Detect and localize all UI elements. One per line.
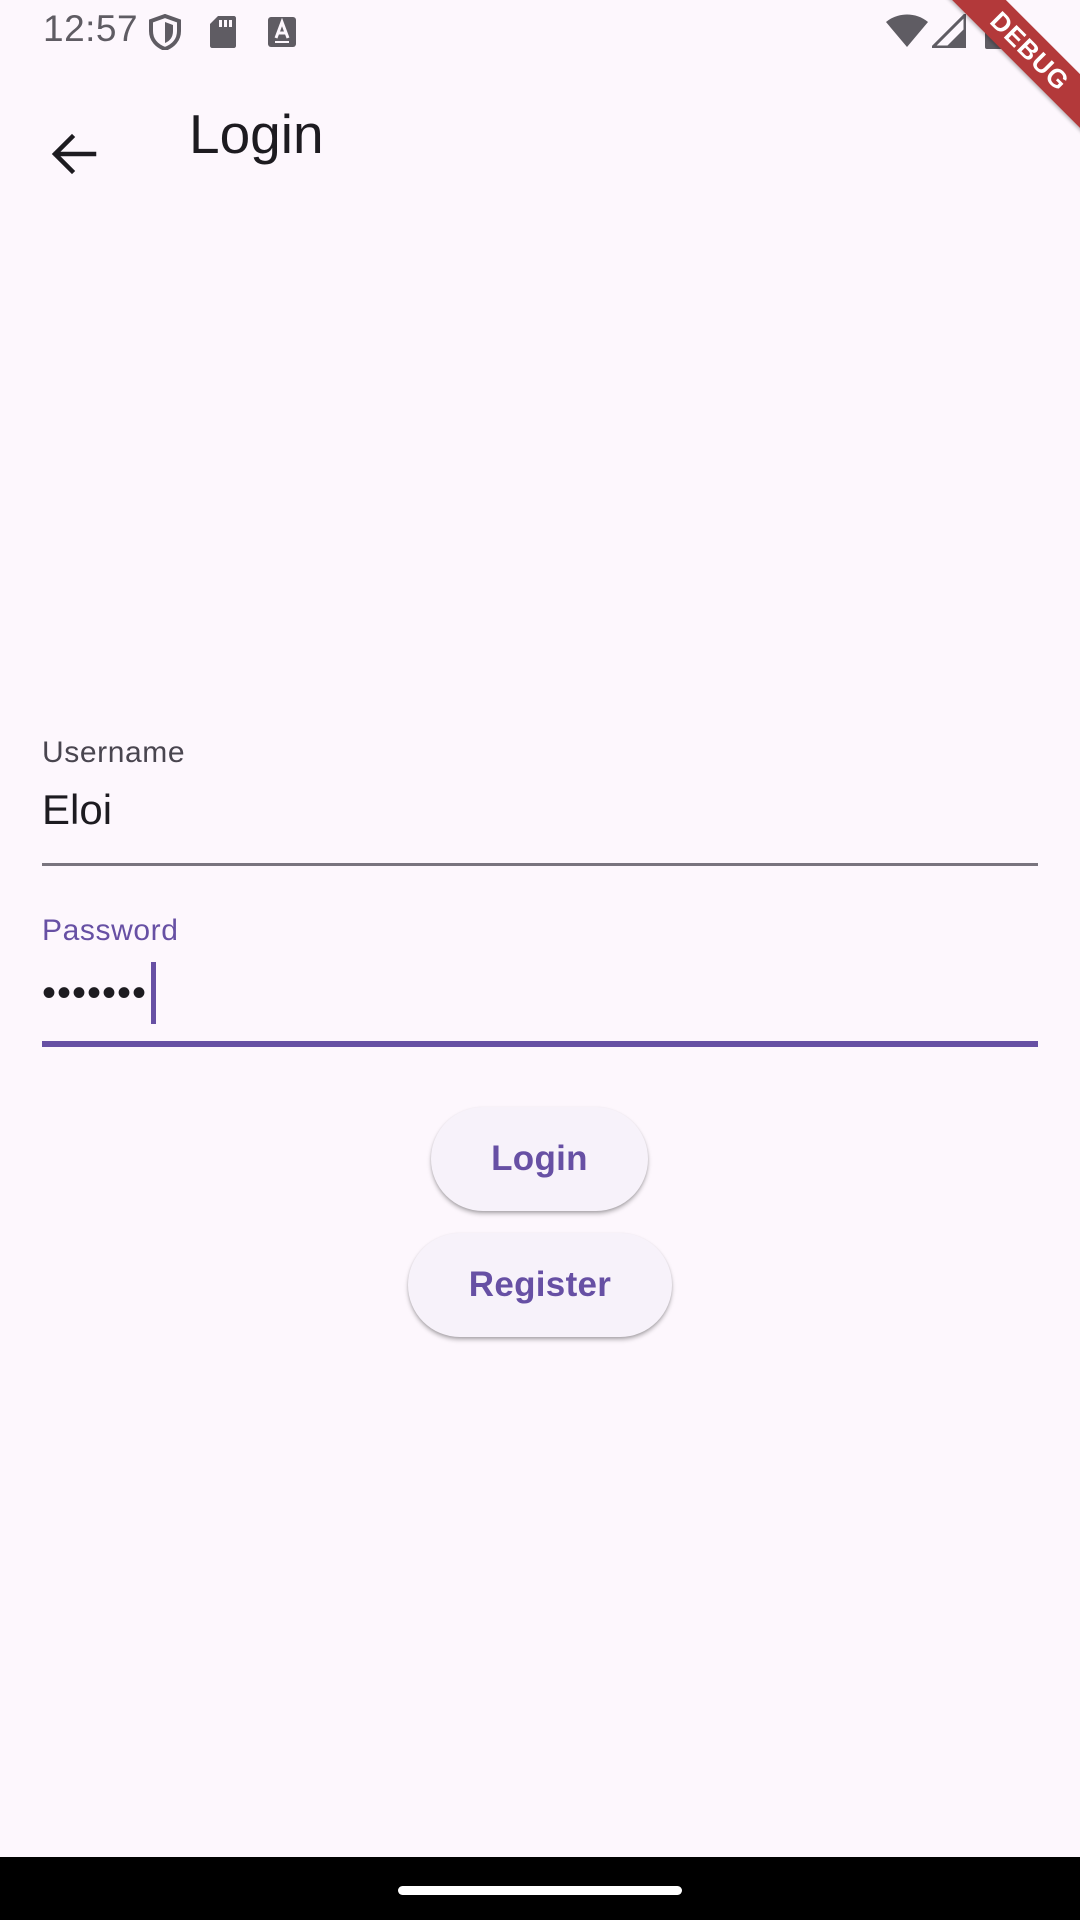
password-label: Password <box>42 914 179 947</box>
password-input[interactable]: ••••••• <box>42 962 157 1024</box>
username-input[interactable]: Eloi <box>42 786 112 834</box>
keyboard-a-icon <box>267 16 297 53</box>
arrow-back-icon <box>50 130 98 178</box>
shield-icon <box>148 13 182 55</box>
app-bar: Login <box>0 64 1080 208</box>
register-button[interactable]: Register <box>408 1233 672 1337</box>
signal-icon <box>929 11 967 53</box>
password-field[interactable]: Password ••••••• <box>42 914 1038 1048</box>
password-underline <box>42 1041 1038 1047</box>
username-label: Username <box>42 736 186 769</box>
navigation-bar <box>0 1857 1080 1920</box>
text-cursor <box>151 962 157 1024</box>
login-button[interactable]: Login <box>431 1107 648 1211</box>
username-underline <box>42 863 1038 866</box>
sd-card-icon <box>209 15 237 54</box>
wifi-icon <box>885 14 929 53</box>
back-button[interactable] <box>26 106 122 202</box>
username-field[interactable]: Username Eloi <box>42 736 1038 868</box>
page-title: Login <box>189 103 324 165</box>
password-masked-value: ••••••• <box>42 970 148 1015</box>
status-bar: 12:57 <box>0 0 1080 64</box>
home-indicator[interactable] <box>398 1886 682 1895</box>
status-time: 12:57 <box>43 8 139 49</box>
